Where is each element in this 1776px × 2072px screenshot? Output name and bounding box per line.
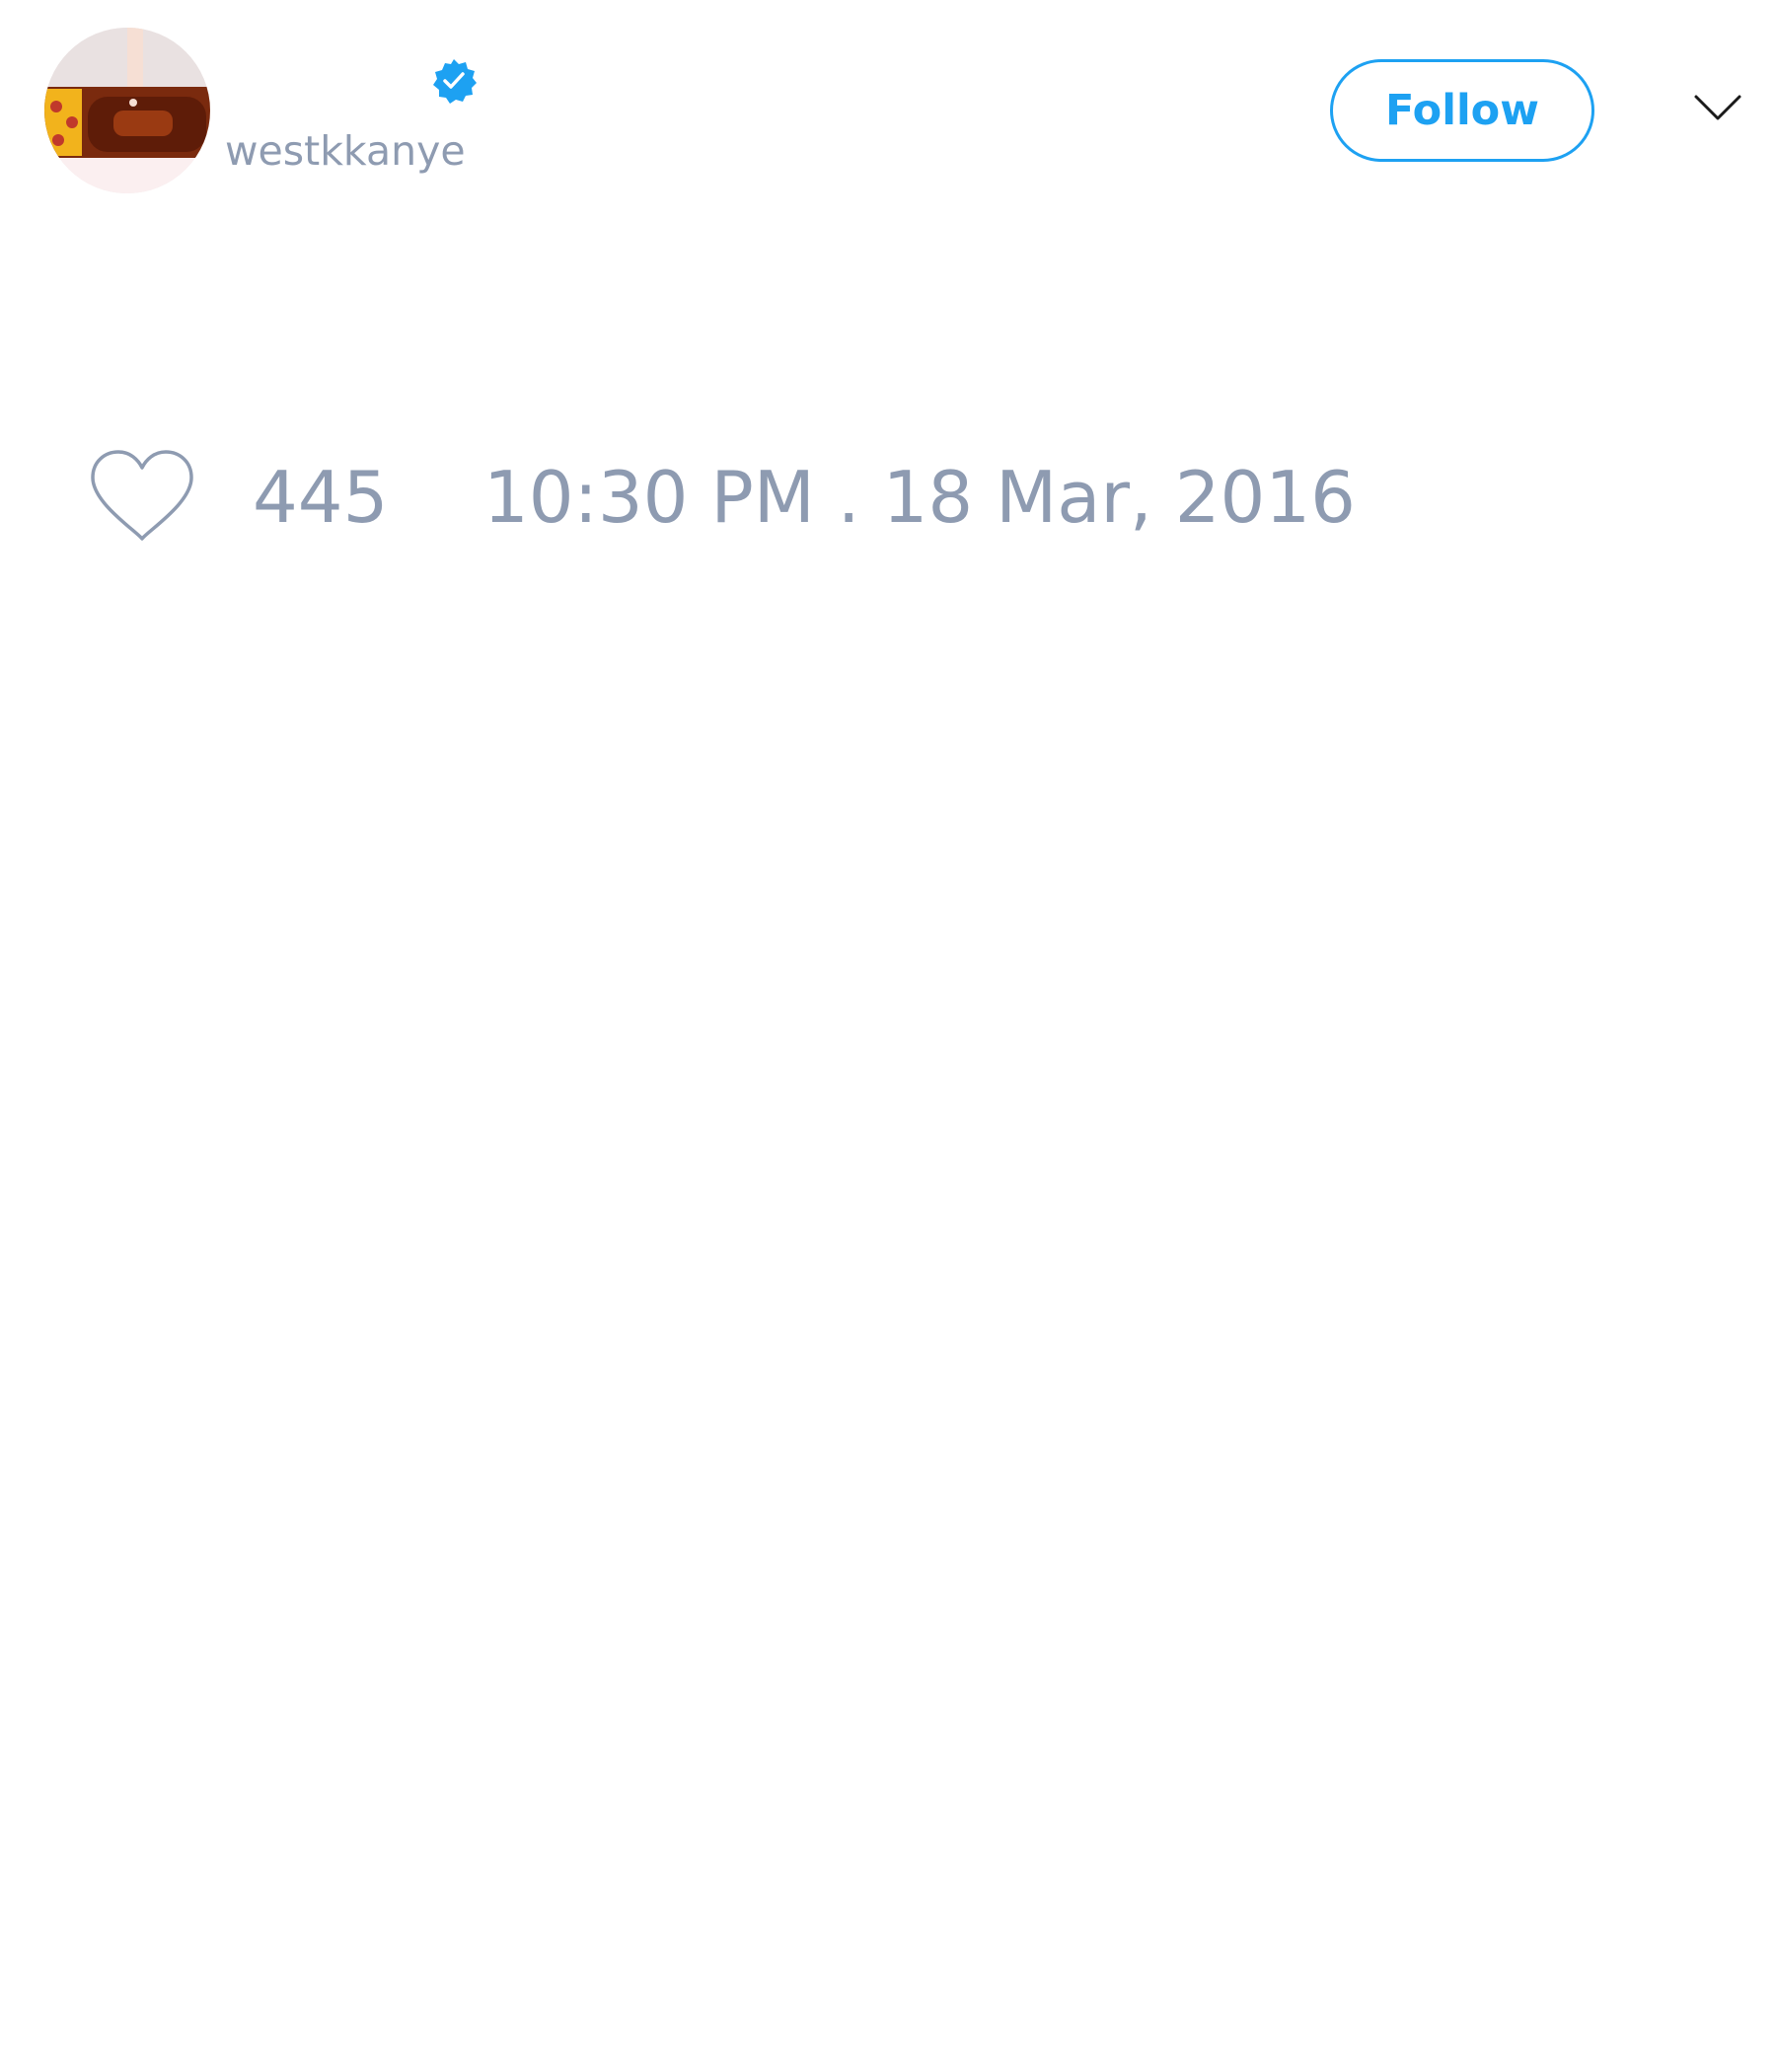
follow-button[interactable]: Follow [1330,59,1594,162]
chevron-down-icon[interactable] [1693,93,1742,122]
verified-badge-icon [433,59,477,104]
like-count: 445 [253,456,389,539]
avatar[interactable] [44,28,210,193]
tweet-timestamp[interactable]: 10:30 PM . 18 Mar, 2016 [483,456,1356,539]
heart-icon[interactable] [89,448,195,543]
author-handle[interactable]: westkkanye [225,126,466,176]
avatar-image [44,28,210,193]
